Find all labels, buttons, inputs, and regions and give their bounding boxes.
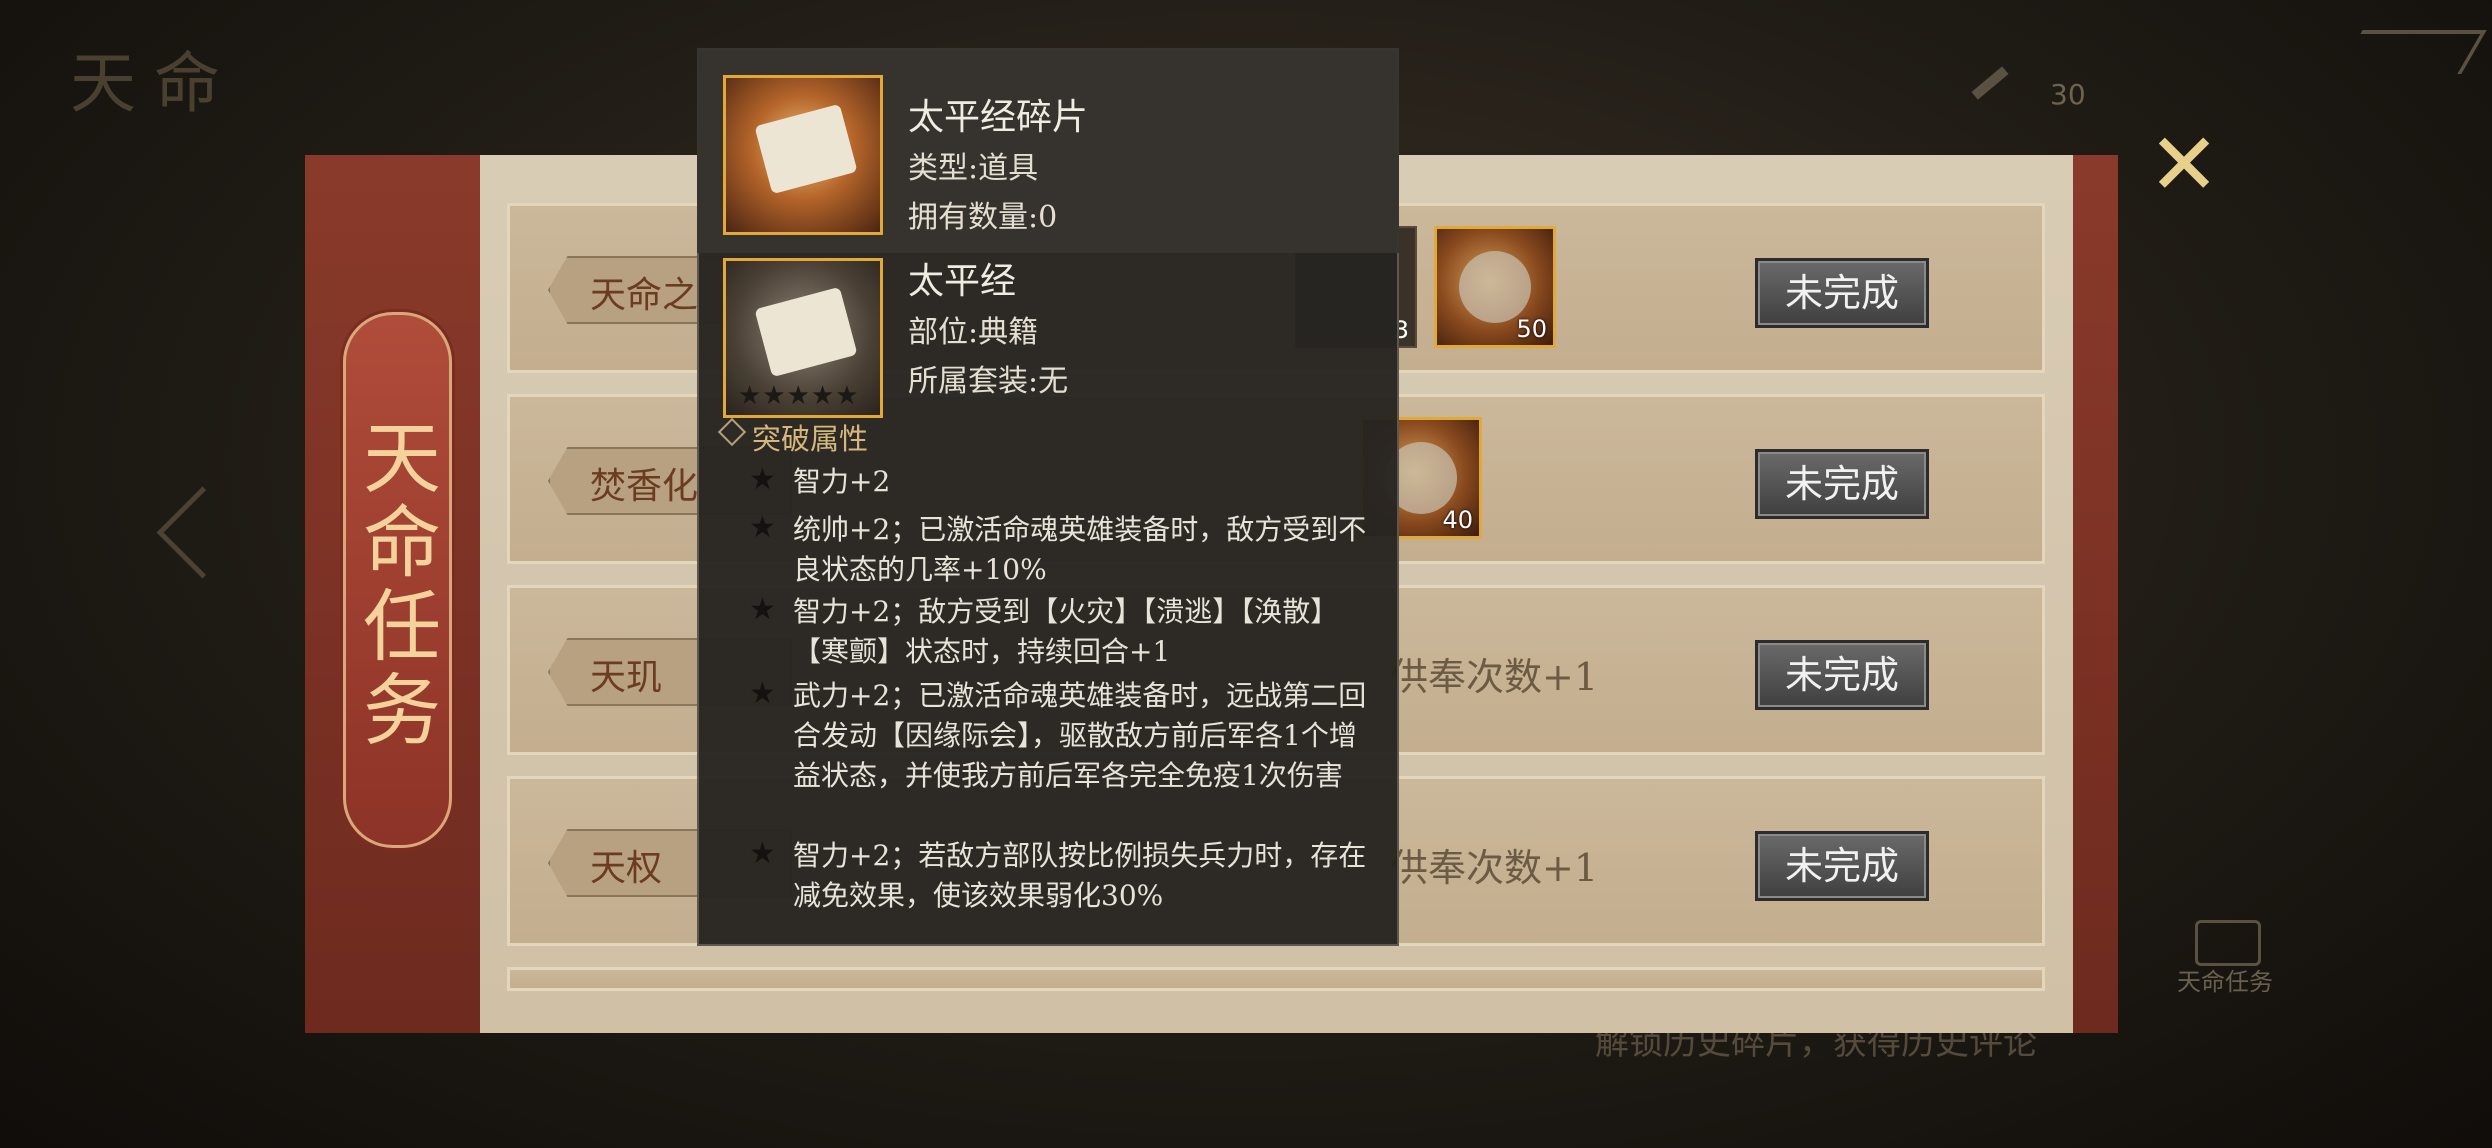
task-badge-label[interactable]: 天命任务 (2170, 962, 2280, 997)
task-description: 供奉次数+1 (1390, 846, 1599, 890)
panel-title: 天命任务 (350, 417, 440, 753)
reward-item[interactable]: 50 (1434, 226, 1556, 348)
scroll-icon (754, 103, 858, 195)
task-tag-label: 焚香化 (590, 466, 699, 507)
item-slot: 部位:典籍 (908, 315, 1039, 350)
section-title: 突破属性 (752, 422, 869, 456)
reward-qty: 40 (1442, 506, 1473, 534)
attribute-line: 统帅+2；已激活命魂英雄装备时，敌方受到不良状态的几率+10% (793, 513, 1367, 586)
item-stars: ★★★★★ (738, 381, 860, 411)
item-set: 所属套装:无 (908, 364, 1069, 399)
close-icon[interactable]: ✕ (2148, 122, 2220, 208)
background-count: 30 (2050, 78, 2086, 111)
panel-right-strip (2073, 155, 2118, 1033)
status-button[interactable]: 未完成 (1755, 640, 1929, 710)
task-badge-icon (2195, 920, 2261, 966)
attribute-line: 智力+2 (793, 465, 891, 498)
status-button[interactable]: 未完成 (1755, 449, 1929, 519)
item-owned: 拥有数量:0 (908, 200, 1058, 235)
chevron-left-icon[interactable] (156, 486, 249, 579)
item-name: 太平经 (908, 261, 1017, 302)
status-button[interactable]: 未完成 (1755, 831, 1929, 901)
star-icon: ★ (749, 592, 776, 627)
pencil-icon (1971, 66, 2009, 100)
pipa-icon (1459, 251, 1531, 323)
attribute-line: 武力+2；已激活命魂英雄装备时，远战第二回合发动【因缘际会】，驱散敌方前后军各1… (793, 679, 1367, 792)
task-row (507, 967, 2045, 991)
reward-qty: 50 (1516, 315, 1547, 343)
task-tag-label: 天命之 (590, 275, 699, 316)
task-tag-label: 天权 (590, 848, 663, 889)
book-item-icon: ★★★★★ (723, 258, 883, 418)
item-type: 类型:道具 (908, 151, 1039, 186)
back-arrow-icon[interactable] (2337, 30, 2487, 74)
scroll-icon (754, 286, 858, 378)
star-icon: ★ (749, 510, 776, 545)
star-icon: ★ (749, 462, 776, 497)
attribute-line: 智力+2；若敌方部队按比例损失兵力时，存在减免效果，使该效果弱化30% (793, 839, 1367, 912)
item-name: 太平经碎片 (908, 97, 1089, 138)
task-tag-label: 天玑 (590, 657, 663, 698)
attribute-line: 智力+2；敌方受到【火灾】【溃逃】【涣散】【寒颤】状态时，持续回合+1 (793, 595, 1339, 668)
panel-title-badge: 天命任务 (343, 312, 452, 848)
status-button[interactable]: 未完成 (1755, 258, 1929, 328)
star-icon: ★ (749, 676, 776, 711)
task-description: 供奉次数+1 (1390, 655, 1599, 699)
fragment-item-icon (723, 75, 883, 235)
background-title: 天命 (70, 45, 238, 122)
star-icon: ★ (749, 836, 776, 871)
